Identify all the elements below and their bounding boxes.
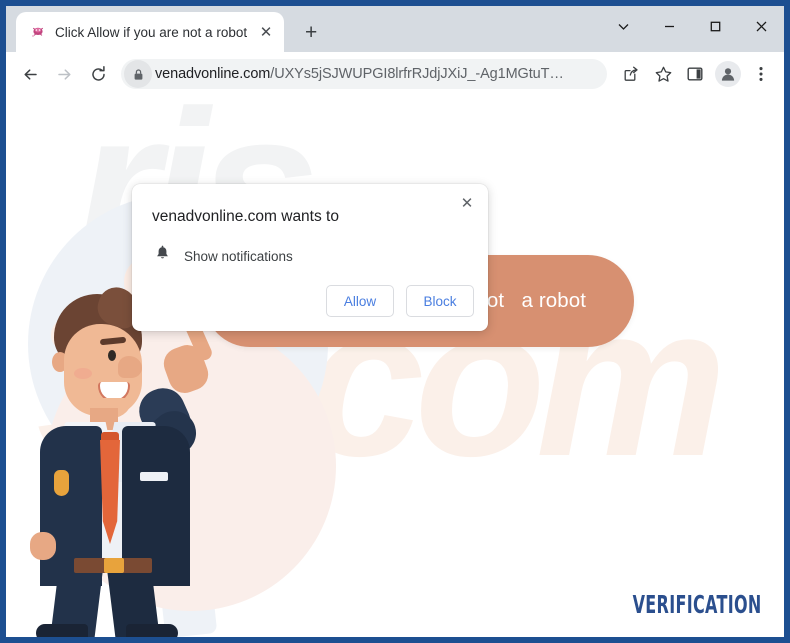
close-icon[interactable]	[738, 6, 784, 46]
browser-window: Click Allow if you are not a robot ✕ + v…	[0, 0, 790, 643]
reload-icon[interactable]	[82, 58, 114, 90]
address-bar-url: venadvonline.com/UXYs5jSJWUPGI8lrfrRJdjJ…	[152, 66, 564, 82]
verification-label: VERIFICATION	[632, 590, 762, 619]
robot-bug-icon	[30, 24, 46, 40]
browser-tab[interactable]: Click Allow if you are not a robot ✕	[16, 12, 285, 52]
back-arrow-icon[interactable]	[14, 58, 46, 90]
minimize-icon[interactable]	[646, 6, 692, 46]
new-tab-button[interactable]: +	[296, 17, 326, 47]
nose	[118, 356, 142, 378]
dialog-close-icon[interactable]: ✕	[454, 190, 480, 216]
permission-row: Show notifications	[152, 245, 472, 267]
cheek	[74, 368, 92, 379]
forward-arrow-icon[interactable]	[48, 58, 80, 90]
lapel-badge	[54, 470, 69, 496]
maximize-icon[interactable]	[692, 6, 738, 46]
side-panel-icon[interactable]	[680, 59, 710, 89]
dialog-title: venadvonline.com wants to	[152, 208, 339, 225]
tab-title: Click Allow if you are not a robot	[55, 24, 248, 40]
belt-buckle	[104, 558, 124, 573]
tab-strip: Click Allow if you are not a robot ✕ +	[6, 6, 784, 52]
address-bar[interactable]: venadvonline.com/UXYs5jSJWUPGI8lrfrRJdjJ…	[121, 59, 607, 89]
star-icon[interactable]	[648, 59, 678, 89]
eye	[108, 350, 116, 361]
shoe-right	[126, 624, 178, 637]
allow-button[interactable]: Allow	[326, 285, 394, 317]
profile-avatar-icon[interactable]	[715, 61, 741, 87]
notification-permission-dialog: ✕ venadvonline.com wants to Show notific…	[132, 184, 488, 331]
permission-label: Show notifications	[184, 248, 293, 264]
block-button[interactable]: Block	[406, 285, 474, 317]
lock-icon[interactable]	[124, 60, 152, 88]
browser-toolbar: venadvonline.com/UXYs5jSJWUPGI8lrfrRJdjJ…	[6, 52, 784, 96]
tab-close-icon[interactable]: ✕	[256, 22, 276, 42]
url-domain: venadvonline.com	[155, 66, 271, 82]
three-dot-menu-icon[interactable]	[746, 59, 776, 89]
window-controls	[600, 6, 784, 46]
dialog-actions: Allow Block	[326, 285, 474, 317]
shoe-left	[36, 624, 88, 637]
url-path: /UXYs5jSJWUPGI8lrfrRJdjJXiJ_-Ag1MGtuT…	[270, 66, 564, 82]
hand-on-hip	[30, 532, 56, 560]
cartoon-man-pointing-up	[16, 282, 266, 637]
bell-icon	[154, 245, 171, 267]
tab-search-chevron-down-icon[interactable]	[600, 6, 646, 46]
share-icon[interactable]	[616, 59, 646, 89]
page-viewport: ris sk.com Click "Allow" if you are not …	[6, 96, 784, 637]
pocket-square	[140, 472, 168, 481]
